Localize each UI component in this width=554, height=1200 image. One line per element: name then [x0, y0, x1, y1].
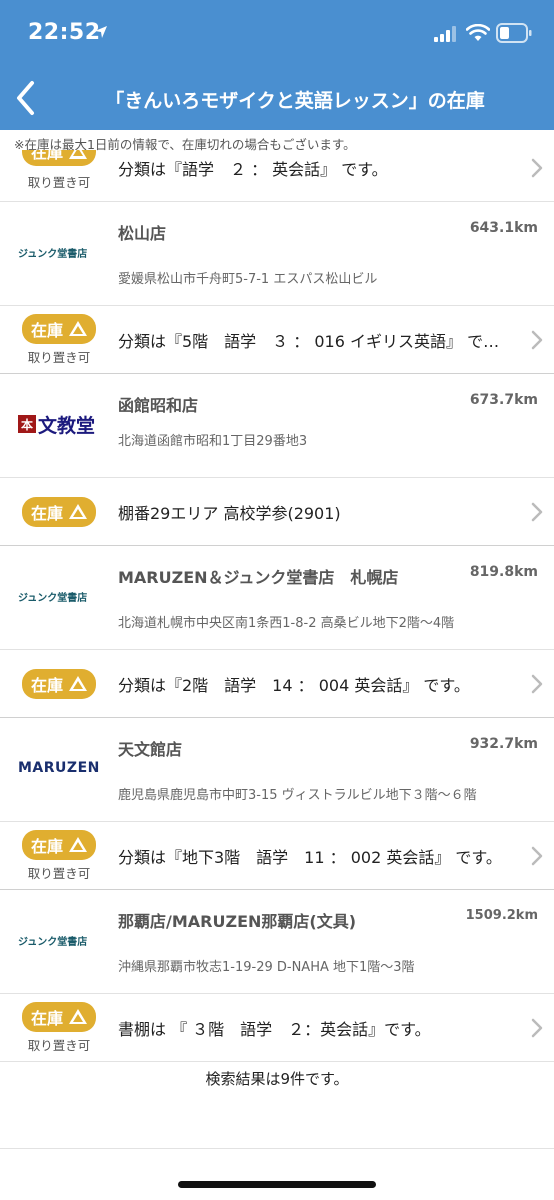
stock-row[interactable]: 在庫 棚番29エリア 高校学参(2901): [0, 478, 554, 546]
stock-badge: 在庫: [22, 150, 96, 166]
store-header[interactable]: MARUZEN 天文館店 932.7km 鹿児島県鹿児島市中町3-15 ヴィスト…: [0, 718, 554, 822]
shelf-text: 棚番29エリア 高校学参(2901): [118, 503, 341, 523]
cellular-signal-icon: [434, 26, 456, 42]
store-name: 天文館店: [118, 740, 183, 759]
hold-label: 取り置き可: [27, 175, 91, 190]
bottom-divider: [0, 1148, 554, 1149]
result-count: 検索結果は9件です。: [205, 1070, 349, 1088]
shelf-text: 分類は『地下3階 語学 11 ： 002 英会話』 です。: [118, 847, 502, 867]
header-bar: 22:52 「きんいろモザイクと英語レッスン」の在庫: [0, 0, 554, 130]
store-distance: 819.8km: [469, 564, 538, 580]
chevron-right-icon: [531, 674, 543, 693]
store-address: 北海道札幌市中央区南1条西1-8-2 高桑ビル地下2階～4階: [118, 616, 455, 631]
shelf-text: 分類は『2階 語学 14 ： 004 英会話』 です。: [118, 675, 470, 695]
stock-badge: 在庫: [22, 829, 96, 860]
store-header[interactable]: 本文教堂 函館昭和店 673.7km 北海道函館市昭和1丁目29番地3: [0, 374, 554, 478]
hold-label: 取り置き可: [27, 1037, 91, 1053]
page-title: 「きんいろモザイクと英語レッスン」の在庫: [105, 90, 485, 112]
store-header[interactable]: ジュンク堂書店 那覇店/MARUZEN那覇店(文具) 1509.2km 沖縄県那…: [0, 890, 554, 994]
stock-row[interactable]: 在庫 分類は『2階 語学 14 ： 004 英会話』 です。: [0, 650, 554, 718]
hold-label: 取り置き可: [27, 349, 91, 365]
shelf-text: 分類は『語学 ２ ： 英会話』 です。: [118, 160, 388, 179]
store-address: 北海道函館市昭和1丁目29番地3: [118, 434, 308, 449]
chevron-right-icon: [531, 158, 543, 178]
store-list: 在庫 取り置き可 分類は『語学 ２ ： 英会話』 です。 ジュンク堂書店 松山店…: [0, 150, 554, 1062]
chevron-right-icon: [531, 330, 543, 349]
home-indicator[interactable]: [178, 1181, 376, 1188]
chevron-right-icon: [531, 1018, 543, 1037]
store-distance: 673.7km: [469, 392, 538, 408]
triangle-icon: [69, 1009, 87, 1024]
store-name: 那覇店/MARUZEN那覇店(文具): [118, 912, 357, 931]
store-logo: ジュンク堂書店: [18, 936, 88, 948]
location-arrow-icon: [95, 26, 107, 38]
store-name: 函館昭和店: [118, 396, 199, 415]
stock-row[interactable]: 在庫 取り置き可 分類は『地下3階 語学 11 ： 002 英会話』 です。: [0, 822, 554, 890]
battery-icon: [496, 23, 532, 43]
hold-label: 取り置き可: [27, 865, 91, 881]
stock-badge: 在庫: [22, 313, 96, 344]
stock-badge: 在庫: [22, 668, 96, 699]
store-header[interactable]: ジュンク堂書店 MARUZEN＆ジュンク堂書店 札幌店 819.8km 北海道札…: [0, 546, 554, 650]
store-logo: ジュンク堂書店: [18, 592, 88, 604]
triangle-icon: [69, 504, 87, 519]
store-distance: 1509.2km: [465, 908, 538, 923]
store-distance: 932.7km: [469, 736, 538, 752]
shelf-text: 書棚は 『 ３階 語学 ２：英会話』です。: [118, 1019, 431, 1039]
shelf-text: 分類は『5階 語学 ３ ： 016 イギリス英語』 で…: [118, 331, 500, 351]
store-address: 鹿児島県鹿児島市中町3-15 ヴィストラルビル地下３階～６階: [118, 788, 477, 803]
stock-row[interactable]: 在庫 取り置き可 書棚は 『 ３階 語学 ２：英会話』です。: [0, 994, 554, 1062]
stock-row-top[interactable]: 在庫 取り置き可 分類は『語学 ２ ： 英会話』 です。: [0, 150, 554, 202]
wifi-icon: [466, 24, 490, 41]
triangle-icon: [69, 676, 87, 691]
triangle-icon: [69, 837, 87, 852]
store-logo: MARUZEN: [18, 760, 100, 776]
stock-row[interactable]: 在庫 取り置き可 分類は『5階 語学 ３ ： 016 イギリス英語』 で…: [0, 306, 554, 374]
chevron-right-icon: [531, 846, 543, 865]
stock-badge: 在庫: [22, 1001, 96, 1032]
store-address: 愛媛県松山市千舟町5-7-1 エスパス松山ビル: [118, 272, 378, 287]
stock-badge: 在庫: [22, 496, 96, 527]
triangle-icon: [69, 321, 87, 336]
store-distance: 643.1km: [469, 220, 538, 236]
store-logo: ジュンク堂書店: [18, 248, 88, 260]
store-logo: 本文教堂: [18, 410, 102, 438]
triangle-icon: [69, 150, 87, 159]
status-time: 22:52: [28, 20, 101, 45]
chevron-left-icon: [17, 81, 34, 115]
chevron-right-icon: [531, 502, 543, 521]
back-button[interactable]: [8, 78, 44, 118]
store-name: MARUZEN＆ジュンク堂書店 札幌店: [118, 568, 399, 587]
store-header[interactable]: ジュンク堂書店 松山店 643.1km 愛媛県松山市千舟町5-7-1 エスパス松…: [0, 202, 554, 306]
store-name: 松山店: [118, 224, 167, 243]
store-address: 沖縄県那覇市牧志1-19-29 D-NAHA 地下1階～3階: [118, 960, 415, 975]
